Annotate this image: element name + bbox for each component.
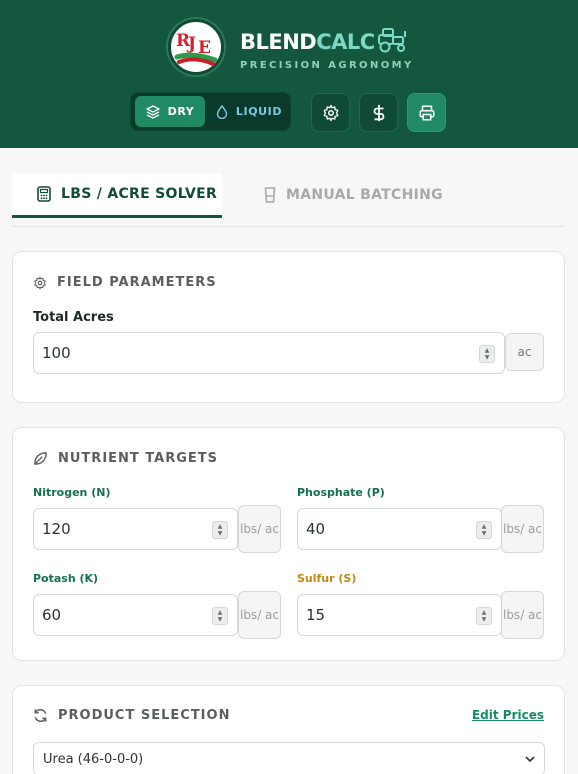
- printer-icon: [419, 105, 434, 120]
- sulfur-input[interactable]: 15 ▲ ▼: [297, 594, 502, 636]
- brand-name: BLENDCALC: [240, 30, 375, 54]
- potash-input[interactable]: 60 ▲ ▼: [33, 594, 238, 636]
- mode-toggle: DRY LIQUID: [130, 92, 291, 131]
- dollar-icon: [373, 104, 384, 121]
- nutrient-targets-label: NUTRIENT TARGETS: [58, 451, 219, 466]
- settings-button[interactable]: [311, 93, 350, 132]
- mode-dry-button[interactable]: DRY: [135, 96, 205, 127]
- tagline: PRECISION AGRONOMY: [240, 60, 414, 71]
- sulfur-unit: lbs/ ac: [501, 591, 544, 639]
- svg-text:J: J: [186, 34, 196, 54]
- nitrogen-stepper[interactable]: ▲ ▼: [212, 521, 228, 539]
- sulfur-value: 15: [306, 606, 326, 624]
- gear-icon: [323, 104, 338, 121]
- phosphate-value: 40: [306, 520, 326, 538]
- solver-tabs: LBS / ACRE SOLVER MANUAL BATCHING: [12, 173, 565, 227]
- potash-unit: lbs/ ac: [238, 591, 281, 639]
- acres-stepper[interactable]: ▲ ▼: [479, 345, 495, 363]
- phosphate-input[interactable]: 40 ▲ ▼: [297, 508, 502, 550]
- potash-label: Potash (K): [33, 572, 99, 585]
- field-parameters-title: FIELD PARAMETERS: [33, 275, 217, 290]
- sulfur-stepper[interactable]: ▲ ▼: [476, 607, 492, 625]
- beaker-icon: [264, 187, 276, 203]
- field-parameters-label: FIELD PARAMETERS: [57, 275, 217, 290]
- phosphate-label: Phosphate (P): [297, 486, 385, 499]
- tab-lbs-label: LBS / ACRE SOLVER: [61, 186, 218, 202]
- chevron-down-icon: [525, 756, 535, 763]
- field-parameters-card: FIELD PARAMETERS Total Acres 100 ▲ ▼ ac: [12, 251, 565, 403]
- gear-icon: [34, 276, 46, 289]
- tab-manual-batching[interactable]: MANUAL BATCHING: [264, 173, 443, 217]
- total-acres-input[interactable]: 100 ▲ ▼: [33, 332, 505, 374]
- potash-value: 60: [42, 606, 62, 624]
- layers-icon: [145, 104, 160, 119]
- app-header: R J E BLENDCALC PRECISION AGRONOMY DRY L…: [0, 0, 578, 148]
- nutrient-targets-card: NUTRIENT TARGETS Nitrogen (N) 120 ▲ ▼ lbs…: [12, 427, 565, 661]
- brand-part1: BLEND: [240, 30, 317, 54]
- acres-unit: ac: [505, 333, 544, 371]
- nitrogen-unit: lbs/ ac: [238, 505, 281, 553]
- total-acres-label: Total Acres: [33, 310, 114, 325]
- nutrient-targets-title: NUTRIENT TARGETS: [33, 451, 218, 466]
- product-selection-title: PRODUCT SELECTION: [33, 708, 230, 723]
- tab-lbs-acre-solver[interactable]: LBS / ACRE SOLVER: [12, 173, 222, 218]
- total-acres-value: 100: [42, 344, 71, 362]
- prices-button[interactable]: [359, 93, 398, 132]
- svg-text:E: E: [198, 38, 211, 58]
- droplet-icon: [216, 104, 228, 119]
- rje-logo: R J E: [168, 19, 224, 75]
- leaf-icon: [34, 452, 47, 465]
- brand-part2: CALC: [316, 30, 375, 54]
- mode-liquid-button[interactable]: LIQUID: [211, 96, 287, 127]
- calculator-icon: [37, 186, 51, 202]
- mode-liquid-label: LIQUID: [235, 105, 283, 118]
- tab-manual-label: MANUAL BATCHING: [286, 187, 443, 203]
- tractor-icon: [378, 28, 406, 53]
- phosphate-unit: lbs/ ac: [501, 505, 544, 553]
- product-selection-label: PRODUCT SELECTION: [58, 708, 231, 723]
- product-selection-card: PRODUCT SELECTION Edit Prices Urea (46-0…: [12, 685, 565, 774]
- edit-prices-link[interactable]: Edit Prices: [472, 708, 544, 722]
- nitrogen-input[interactable]: 120 ▲ ▼: [33, 508, 238, 550]
- nitrogen-label: Nitrogen (N): [33, 486, 111, 499]
- potash-stepper[interactable]: ▲ ▼: [212, 607, 228, 625]
- mode-dry-label: DRY: [167, 105, 195, 118]
- print-button[interactable]: [407, 93, 446, 132]
- sulfur-label: Sulfur (S): [297, 572, 357, 585]
- phosphate-stepper[interactable]: ▲ ▼: [476, 521, 492, 539]
- product-select-value: Urea (46-0-0-0): [43, 751, 144, 767]
- refresh-icon: [34, 708, 47, 723]
- product-select[interactable]: Urea (46-0-0-0): [33, 742, 545, 774]
- nitrogen-value: 120: [42, 520, 71, 538]
